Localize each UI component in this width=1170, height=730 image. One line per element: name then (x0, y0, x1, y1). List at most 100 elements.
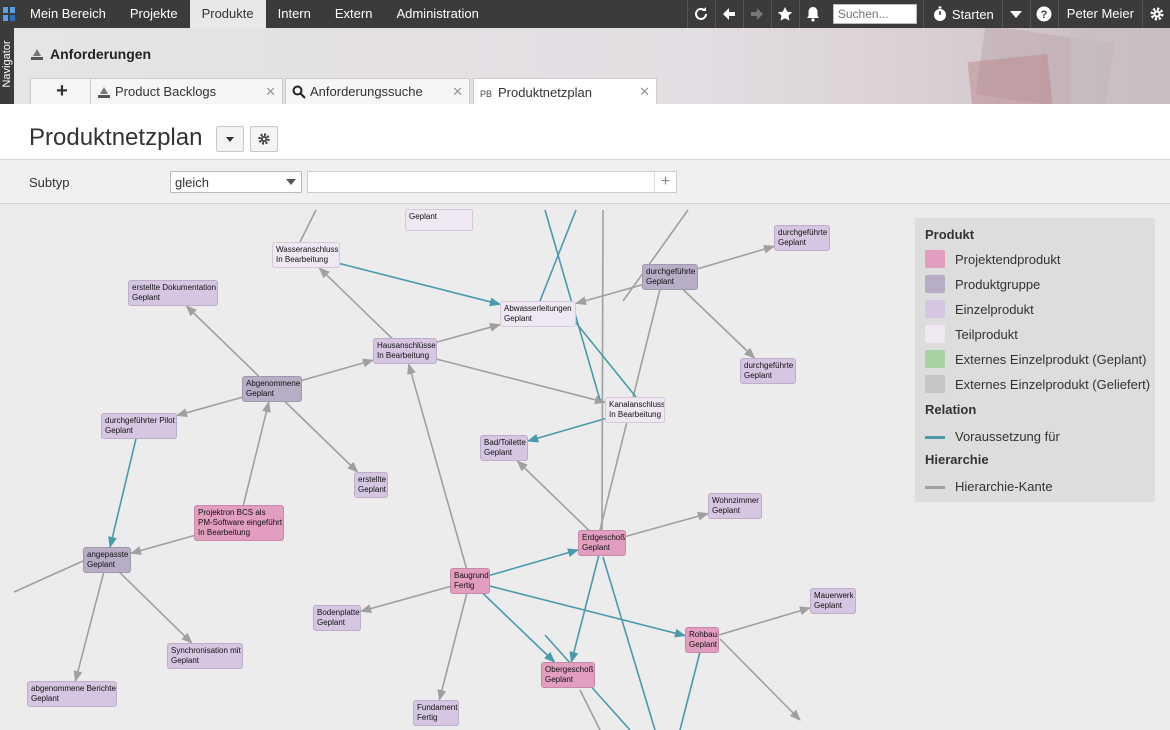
graph-node-mauer[interactable]: Mauerwerk Geplant (810, 588, 856, 614)
header-decoration (1070, 28, 1170, 104)
node-text: Hausanschlüsse (377, 341, 436, 350)
node-text: Fertig (454, 581, 475, 590)
graph-node-rohbau[interactable]: Rohbau Geplant (685, 627, 719, 653)
svg-text:?: ? (1041, 9, 1048, 21)
node-text: In Bearbeitung (276, 255, 329, 264)
arrow-left-icon[interactable] (714, 0, 743, 28)
graph-node-oberg[interactable]: Obergeschoß Geplant (541, 662, 595, 688)
menu-projekte[interactable]: Projekte (118, 0, 190, 28)
gear-icon (258, 133, 270, 145)
relation-edge (602, 556, 656, 730)
refresh-icon[interactable] (686, 0, 715, 28)
node-text: durchgeführte (778, 228, 828, 237)
tab-product-backlogs[interactable]: Product Backlogs ✕ (90, 78, 283, 104)
node-text: Bodenplatte (317, 608, 360, 617)
menu-intern[interactable]: Intern (266, 0, 323, 28)
start-timer-button[interactable]: Starten (922, 0, 1002, 28)
hierarchy-edge (407, 362, 471, 582)
arrow-right-icon[interactable] (742, 0, 771, 28)
close-icon[interactable]: ✕ (265, 84, 276, 100)
graph-node-fund[interactable]: Fundament Fertig (413, 700, 459, 726)
plus-icon: + (56, 80, 68, 102)
start-label: Starten (951, 6, 994, 22)
legend-swatch (925, 250, 945, 268)
legend-item: Projektendprodukt (925, 250, 1061, 268)
graph-node-boden[interactable]: Bodenplatte Geplant (313, 605, 361, 631)
add-filter-button[interactable]: + (654, 172, 676, 192)
menu-extern[interactable]: Extern (323, 0, 385, 28)
graph-node-wasser[interactable]: Wasseranschluss In Bearbeitung (272, 242, 340, 268)
graph-node-haus[interactable]: Hausanschlüsse In Bearbeitung (373, 338, 437, 364)
legend-item: Externes Einzelprodukt (Geliefert) (925, 375, 1150, 393)
legend-swatch (925, 325, 945, 343)
title-dropdown-button[interactable] (216, 126, 244, 152)
graph-node-abgen[interactable]: Abgenommene Geplant (242, 376, 302, 402)
graph-node-angep[interactable]: angepasste Geplant (83, 547, 131, 573)
new-tab-button[interactable]: + (30, 78, 94, 104)
navigator-toggle[interactable]: Navigator (0, 28, 14, 104)
graph-node-bad[interactable]: Bad/Toilette Geplant (480, 435, 528, 461)
graph-node-erdg[interactable]: Erdgeschoß Geplant (578, 530, 626, 556)
node-text: Baugrund (454, 571, 489, 580)
close-icon[interactable]: ✕ (452, 84, 463, 100)
graph-node-erstellte[interactable]: erstellte Geplant (354, 472, 388, 498)
bell-icon[interactable] (798, 0, 827, 28)
node-text: In Bearbeitung (609, 410, 662, 419)
user-name[interactable]: Peter Meier (1057, 0, 1142, 28)
legend-label: Voraussetzung für (955, 429, 1060, 444)
graph-node-dgf2[interactable]: durchgeführte Geplant (642, 264, 698, 290)
graph-node-dgf3[interactable]: durchgeführte Geplant (740, 358, 796, 384)
graph-node-sync[interactable]: Synchronisation mit Geplant (167, 643, 243, 669)
subtype-operator-select[interactable]: gleich (170, 171, 302, 193)
graph-node-wohn[interactable]: Wohnzimmer Geplant (708, 493, 762, 519)
product-network-graph[interactable]: Wasseranschluss In Bearbeitung Geplant erst… (0, 205, 1170, 730)
gear-icon[interactable] (1142, 0, 1170, 28)
node-text: Synchronisation mit (171, 646, 241, 655)
graph-node-top1[interactable]: Geplant (405, 209, 473, 231)
menu-produkte[interactable]: Produkte (189, 0, 266, 28)
search-input[interactable] (832, 4, 917, 24)
graph-node-pilot[interactable]: durchgeführter Pilot Geplant (101, 413, 177, 439)
graph-node-kanal[interactable]: Kanalanschluss In Bearbeitung (605, 397, 665, 423)
graph-node-abwasser[interactable]: Abwasserleitungen Geplant (500, 301, 576, 327)
subtype-value-input[interactable]: + (307, 171, 677, 193)
page-title-bar: Produktnetzplan (0, 104, 1170, 160)
graph-node-projektron[interactable]: Projektron BCS als PM-Software eingeführt… (194, 505, 284, 541)
node-text: Geplant (132, 293, 161, 302)
caret-down-icon[interactable] (1001, 0, 1030, 28)
relation-edge (569, 542, 603, 664)
legend-swatch (925, 350, 945, 368)
menu-mein-bereich[interactable]: Mein Bereich (18, 0, 118, 28)
legend-label: Teilprodukt (955, 326, 1018, 342)
help-icon[interactable]: ? (1029, 0, 1058, 28)
tab-anforderungssuche[interactable]: Anforderungssuche ✕ (285, 78, 470, 104)
graph-legend: Produkt Projektendprodukt Produktgruppe … (915, 218, 1155, 502)
search-icon (292, 85, 306, 99)
node-text: Geplant (87, 560, 116, 569)
node-text: Abwasserleitungen (504, 304, 572, 313)
settings-button[interactable] (250, 126, 278, 152)
legend-line (925, 436, 945, 439)
node-text: Geplant (246, 389, 275, 398)
node-text: Geplant (317, 618, 346, 627)
graph-node-erstdok[interactable]: erstellte Dokumentation Geplant (128, 280, 218, 306)
close-icon[interactable]: ✕ (639, 84, 650, 100)
graph-node-baugrund[interactable]: Baugrund Fertig (450, 568, 490, 594)
star-icon[interactable] (770, 0, 799, 28)
graph-node-berichte[interactable]: abgenommene Berichte Geplant (27, 681, 117, 707)
legend-item: Einzelprodukt (925, 300, 1034, 318)
legend-label: Hierarchie-Kante (955, 479, 1053, 494)
graph-node-dgf1[interactable]: durchgeführte Geplant (774, 225, 830, 251)
menu-administration[interactable]: Administration (384, 0, 490, 28)
hierarchy-edge (719, 638, 801, 721)
app-logo-icon[interactable] (0, 0, 18, 28)
legend-label: Einzelprodukt (955, 301, 1034, 317)
node-text: Geplant (409, 212, 438, 221)
hierarchy-edge (13, 560, 84, 593)
node-text: Wohnzimmer (712, 496, 759, 505)
legend-label: Projektendprodukt (955, 251, 1061, 267)
tab-produktnetzplan[interactable]: PB Produktnetzplan ✕ (473, 78, 657, 104)
node-text: Abgenommene (246, 379, 301, 388)
filter-label: Subtyp (29, 175, 70, 190)
legend-item: Produktgruppe (925, 275, 1040, 293)
